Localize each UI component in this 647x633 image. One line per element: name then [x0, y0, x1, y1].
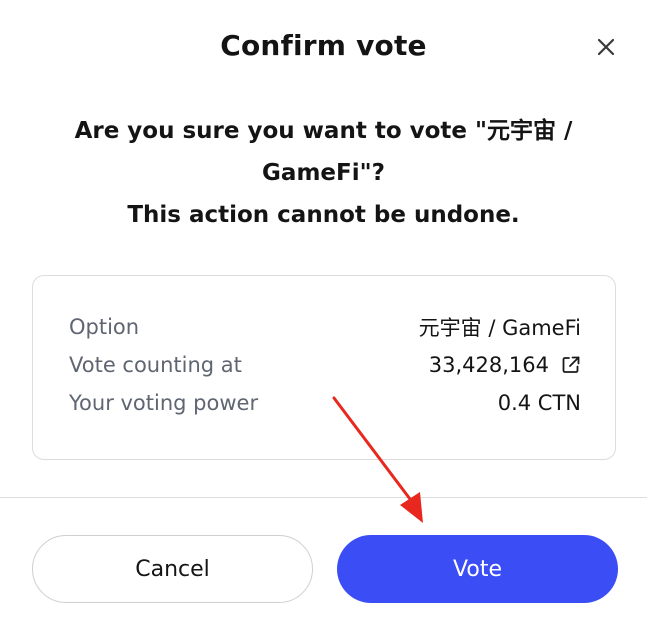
vote-counting-label: Vote counting at [69, 353, 242, 377]
vote-button[interactable]: Vote [337, 535, 618, 603]
footer-divider [0, 497, 647, 498]
option-label: Option [69, 315, 140, 339]
dialog-title: Confirm vote [220, 29, 427, 62]
confirm-vote-dialog: Confirm vote Are you sure you want to vo… [0, 0, 647, 633]
voting-power-label: Your voting power [69, 391, 259, 415]
vote-counting-row: Vote counting at 33,428,164 [69, 349, 581, 381]
external-link-icon[interactable] [561, 355, 581, 375]
vote-counting-value-group: 33,428,164 [429, 353, 581, 377]
confirmation-question: Are you sure you want to vote "元宇宙 / Gam… [40, 110, 607, 236]
cancel-button[interactable]: Cancel [32, 535, 313, 603]
option-row: Option 元宇宙 / GameFi [69, 311, 581, 343]
close-icon [597, 38, 615, 56]
undone-warning: This action cannot be undone. [127, 202, 520, 228]
voting-power-row: Your voting power 0.4 CTN [69, 387, 581, 419]
question-line-2: GameFi"? [262, 160, 385, 186]
close-button[interactable] [592, 33, 620, 61]
vote-counting-value: 33,428,164 [428, 353, 549, 377]
question-line-1: Are you sure you want to vote "元宇宙 / [74, 118, 573, 144]
vote-details-card: Option 元宇宙 / GameFi Vote counting at 33,… [32, 275, 616, 460]
option-value: 元宇宙 / GameFi [418, 316, 581, 340]
voting-power-value: 0.4 CTN [497, 391, 581, 415]
